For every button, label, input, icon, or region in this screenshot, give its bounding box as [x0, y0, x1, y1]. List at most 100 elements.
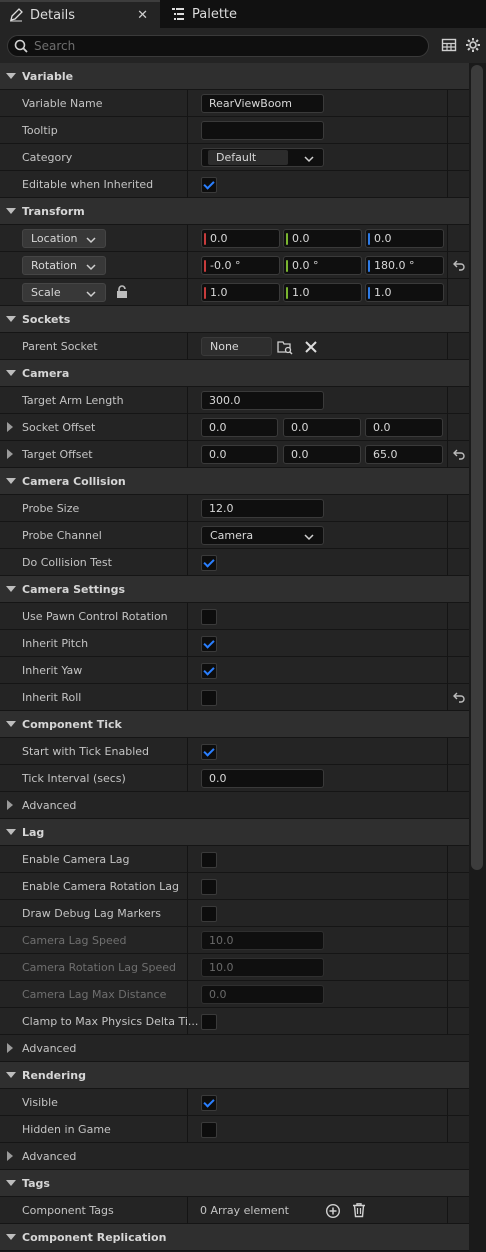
expand-arrow-icon[interactable] — [7, 1151, 13, 1161]
category-label: Rendering — [22, 1069, 86, 1082]
collapse-arrow-icon[interactable] — [6, 208, 16, 214]
clamp-max-physics-delta-checkbox[interactable] — [201, 1014, 217, 1030]
location-z-field[interactable]: 0.0 — [365, 229, 444, 248]
scale-x-field[interactable]: 1.0 — [201, 283, 280, 302]
tab-details[interactable]: Details ✕ — [0, 0, 160, 28]
property-label: Camera Lag Speed — [22, 934, 127, 947]
reset-to-default-icon[interactable] — [453, 259, 465, 274]
use-pawn-control-rotation-checkbox[interactable] — [201, 609, 217, 625]
tab-palette[interactable]: Palette — [162, 0, 262, 28]
settings-gear-icon[interactable] — [465, 37, 483, 55]
target-offset-z-field[interactable]: 65.0 — [365, 445, 443, 464]
collapse-arrow-icon[interactable] — [6, 586, 16, 592]
property-location: Location 0.0 0.0 0.0 — [0, 225, 469, 252]
category-camera-collision[interactable]: Camera Collision — [0, 468, 469, 495]
parent-socket-field[interactable]: None — [201, 337, 272, 356]
scale-y-field[interactable]: 1.0 — [283, 283, 362, 302]
collapse-arrow-icon[interactable] — [6, 1072, 16, 1078]
category-sockets[interactable]: Sockets — [0, 306, 469, 333]
browse-socket-icon[interactable] — [277, 339, 293, 358]
socket-offset-z-field[interactable]: 0.0 — [365, 418, 443, 437]
expand-arrow-icon[interactable] — [7, 449, 13, 459]
advanced-section-lag[interactable]: Advanced — [0, 1035, 469, 1062]
inherit-roll-checkbox[interactable] — [201, 690, 217, 706]
category-camera[interactable]: Camera — [0, 360, 469, 387]
rotation-x-field[interactable]: -0.0 ° — [201, 256, 280, 275]
socket-offset-x-field[interactable]: 0.0 — [201, 418, 278, 437]
expand-arrow-icon[interactable] — [7, 422, 13, 432]
rotation-z-field[interactable]: 180.0 ° — [365, 256, 444, 275]
category-transform[interactable]: Transform — [0, 198, 469, 225]
rotation-mode-combo[interactable]: Rotation — [22, 256, 106, 275]
collapse-arrow-icon[interactable] — [6, 1234, 16, 1240]
collapse-arrow-icon[interactable] — [6, 73, 16, 79]
category-camera-settings[interactable]: Camera Settings — [0, 576, 469, 603]
visible-checkbox[interactable] — [201, 1095, 217, 1111]
search-input[interactable] — [34, 38, 414, 54]
reset-to-default-icon[interactable] — [453, 448, 465, 463]
socket-offset-y-field[interactable]: 0.0 — [283, 418, 361, 437]
advanced-section-rendering[interactable]: Advanced — [0, 1143, 469, 1170]
do-collision-test-checkbox[interactable] — [201, 555, 217, 571]
property-camera-rotation-lag-speed: Camera Rotation Lag Speed 10.0 — [0, 954, 469, 981]
trash-icon[interactable] — [351, 1202, 367, 1221]
category-value[interactable]: Default — [208, 150, 288, 165]
property-hidden-in-game: Hidden in Game — [0, 1116, 469, 1143]
collapse-arrow-icon[interactable] — [6, 478, 16, 484]
scrollbar-thumb[interactable] — [471, 65, 483, 870]
reset-to-default-icon[interactable] — [453, 691, 465, 706]
table-view-icon[interactable] — [441, 37, 459, 55]
property-parent-socket: Parent Socket None — [0, 333, 469, 360]
property-inherit-pitch: Inherit Pitch — [0, 630, 469, 657]
category-variable[interactable]: Variable — [0, 63, 469, 90]
category-rendering[interactable]: Rendering — [0, 1062, 469, 1089]
add-element-icon[interactable] — [325, 1203, 341, 1222]
draw-debug-lag-markers-checkbox[interactable] — [201, 906, 217, 922]
category-tags[interactable]: Tags — [0, 1170, 469, 1197]
collapse-arrow-icon[interactable] — [6, 370, 16, 376]
close-icon[interactable]: ✕ — [137, 8, 148, 23]
lock-icon[interactable] — [115, 285, 129, 302]
category-label: Lag — [22, 826, 45, 839]
start-with-tick-checkbox[interactable] — [201, 744, 217, 760]
collapse-arrow-icon[interactable] — [6, 829, 16, 835]
editable-checkbox[interactable] — [201, 177, 217, 193]
target-offset-x-field[interactable]: 0.0 — [201, 445, 278, 464]
advanced-section-tick[interactable]: Advanced — [0, 792, 469, 819]
category-component-replication[interactable]: Component Replication — [0, 1224, 469, 1251]
property-label: Inherit Yaw — [22, 664, 83, 677]
hidden-in-game-checkbox[interactable] — [201, 1122, 217, 1138]
location-x-field[interactable]: 0.0 — [201, 229, 280, 248]
location-mode-combo[interactable]: Location — [22, 229, 106, 248]
rotation-y-field[interactable]: 0.0 ° — [283, 256, 362, 275]
search-box[interactable] — [7, 35, 429, 57]
inherit-pitch-checkbox[interactable] — [201, 636, 217, 652]
category-lag[interactable]: Lag — [0, 819, 469, 846]
category-label: Camera — [22, 367, 70, 380]
expand-arrow-icon[interactable] — [7, 800, 13, 810]
enable-camera-rotation-lag-checkbox[interactable] — [201, 879, 217, 895]
expand-arrow-icon[interactable] — [7, 1043, 13, 1053]
scale-mode-combo[interactable]: Scale — [22, 283, 106, 302]
property-camera-lag-speed: Camera Lag Speed 10.0 — [0, 927, 469, 954]
tick-interval-field[interactable]: 0.0 — [201, 769, 324, 788]
property-label: Inherit Pitch — [22, 637, 89, 650]
collapse-arrow-icon[interactable] — [6, 1180, 16, 1186]
scale-z-field[interactable]: 1.0 — [365, 283, 444, 302]
category-component-tick[interactable]: Component Tick — [0, 711, 469, 738]
clear-icon[interactable] — [304, 340, 318, 357]
variable-name-field[interactable]: RearViewBoom — [201, 94, 324, 113]
property-scale: Scale 1.0 1.0 1.0 — [0, 279, 469, 306]
target-offset-y-field[interactable]: 0.0 — [283, 445, 361, 464]
probe-channel-combo[interactable]: Camera — [201, 526, 324, 545]
location-y-field[interactable]: 0.0 — [283, 229, 362, 248]
target-arm-length-field[interactable]: 300.0 — [201, 391, 324, 410]
probe-size-field[interactable]: 12.0 — [201, 499, 324, 518]
collapse-arrow-icon[interactable] — [6, 721, 16, 727]
tooltip-field[interactable] — [201, 121, 324, 140]
inherit-yaw-checkbox[interactable] — [201, 663, 217, 679]
category-label: Component Replication — [22, 1231, 167, 1244]
collapse-arrow-icon[interactable] — [6, 316, 16, 322]
enable-camera-lag-checkbox[interactable] — [201, 852, 217, 868]
category-combo[interactable]: Default — [201, 148, 324, 167]
